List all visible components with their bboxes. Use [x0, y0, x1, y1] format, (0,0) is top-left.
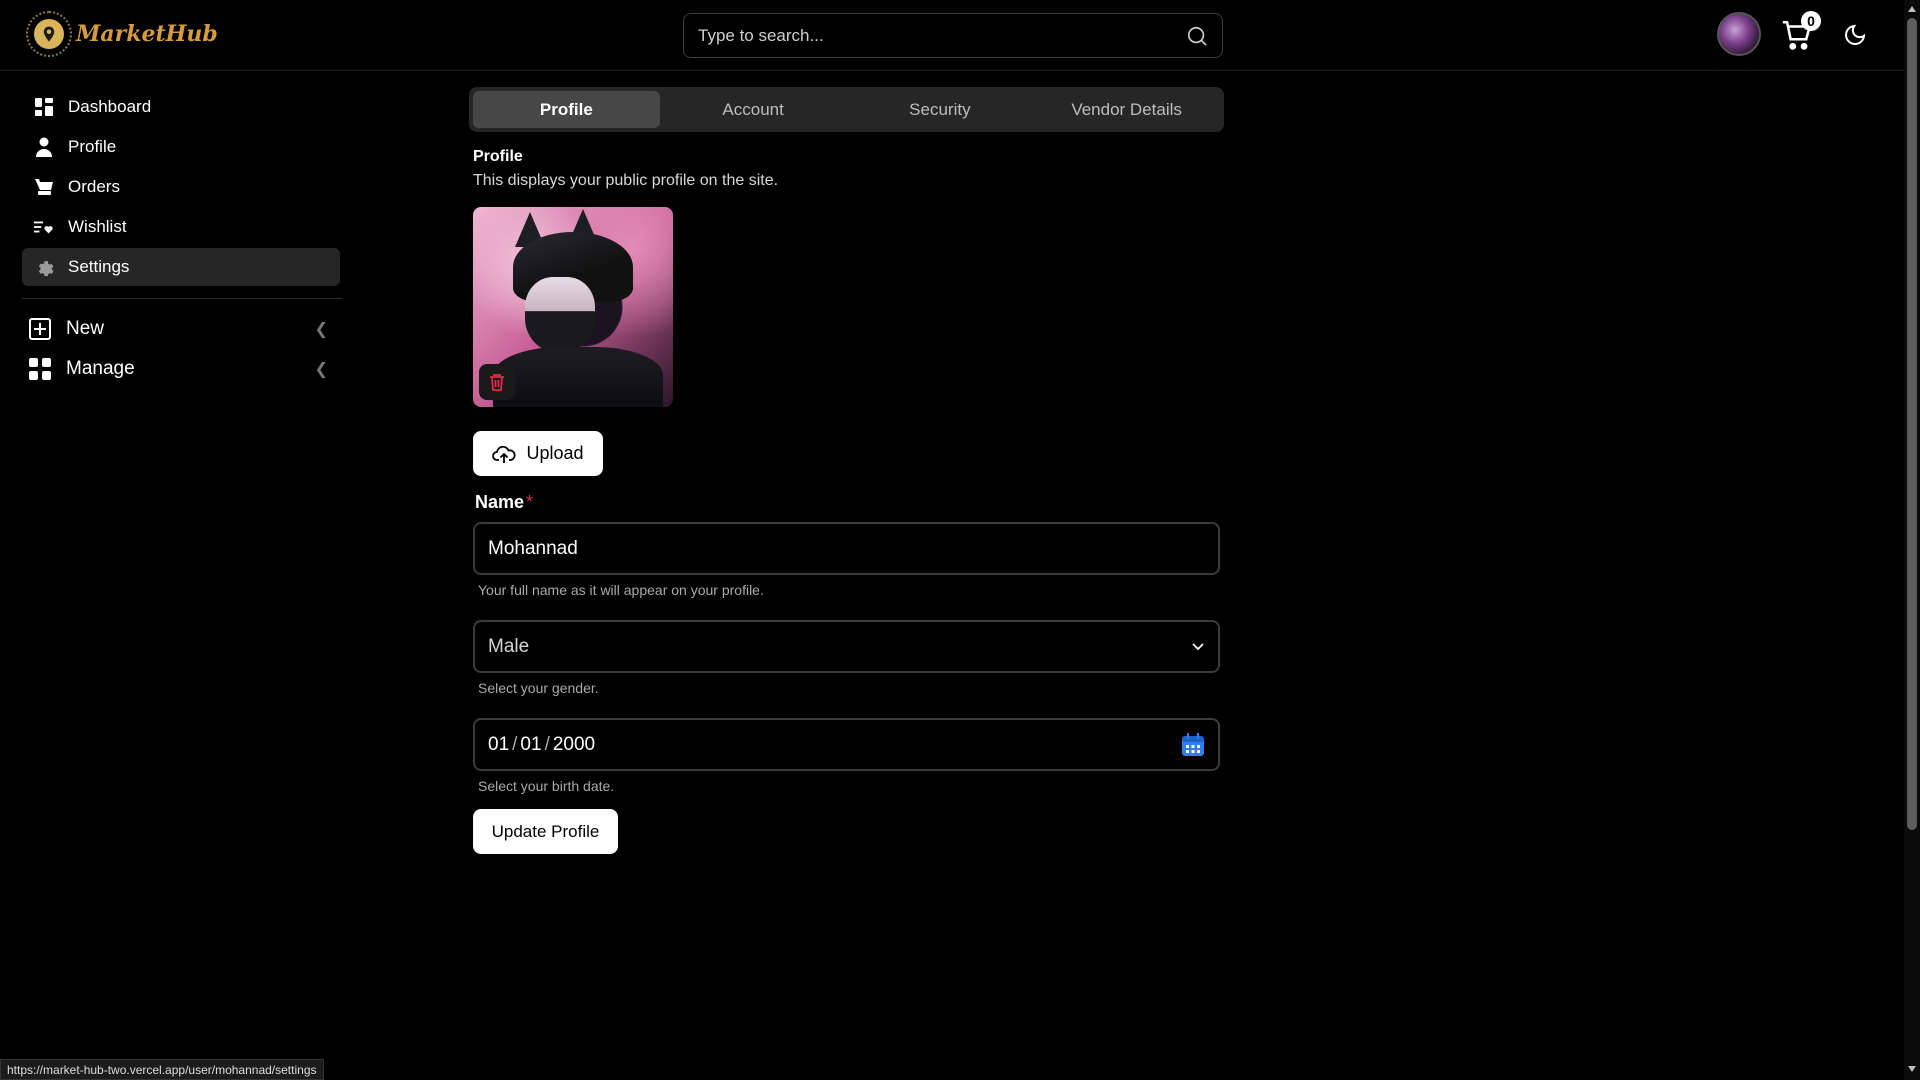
- search-input[interactable]: [698, 25, 1186, 46]
- birth-month[interactable]: 01: [488, 734, 509, 756]
- birth-date-field[interactable]: 01 / 01 / 2000: [473, 718, 1220, 771]
- section-title: Profile: [473, 148, 523, 165]
- chevron-left-icon[interactable]: ❮: [315, 319, 328, 339]
- sidebar-item-dashboard[interactable]: Dashboard: [22, 88, 340, 126]
- update-profile-button[interactable]: Update Profile: [473, 809, 618, 854]
- sidebar-item-settings[interactable]: Settings: [22, 248, 340, 286]
- name-label: Name *: [475, 492, 1220, 513]
- chevron-down-icon: [1192, 642, 1204, 650]
- gender-value: Male: [488, 635, 530, 657]
- birth-date-hint: Select your birth date.: [478, 778, 615, 794]
- search-box[interactable]: [683, 13, 1223, 58]
- sidebar-item-label: Settings: [68, 257, 130, 276]
- moon-icon[interactable]: [1843, 23, 1867, 47]
- gear-icon: [34, 257, 54, 277]
- brand-logo[interactable]: MarketHub: [26, 11, 218, 57]
- brand-name: MarketHub: [76, 21, 218, 47]
- upload-button[interactable]: Upload: [473, 431, 603, 476]
- gender-select[interactable]: Male: [473, 620, 1220, 673]
- user-icon: [34, 137, 54, 157]
- scroll-up-arrow-icon[interactable]: [1908, 6, 1916, 12]
- sidebar-item-label: Dashboard: [68, 97, 152, 116]
- top-header: MarketHub 0: [0, 0, 1904, 71]
- sidebar: Dashboard Profile Orders Wishlist Settin…: [22, 88, 342, 389]
- sidebar-group-label: New: [66, 318, 105, 339]
- sidebar-item-profile[interactable]: Profile: [22, 128, 340, 166]
- name-hint: Your full name as it will appear on your…: [478, 582, 764, 598]
- sidebar-group-label: Manage: [66, 358, 135, 379]
- date-segments: 01 / 01 / 2000: [488, 733, 596, 756]
- status-bar-url: https://market-hub-two.vercel.app/user/m…: [0, 1059, 324, 1080]
- sidebar-item-label: Orders: [68, 177, 120, 196]
- birth-day[interactable]: 01: [520, 734, 541, 756]
- search-icon[interactable]: [1186, 25, 1208, 47]
- tab-profile[interactable]: Profile: [473, 91, 660, 128]
- plus-square-icon: [29, 318, 51, 340]
- calendar-icon[interactable]: [1181, 732, 1205, 757]
- tab-security[interactable]: Security: [847, 91, 1034, 128]
- name-label-text: Name: [475, 492, 525, 512]
- name-field[interactable]: Mohannad: [473, 522, 1220, 575]
- user-avatar[interactable]: [1717, 12, 1761, 56]
- sidebar-group-new[interactable]: New ❮: [22, 309, 340, 349]
- profile-form: Profile This displays your public profil…: [473, 148, 1220, 854]
- dashboard-icon: [34, 97, 54, 117]
- sidebar-item-orders[interactable]: Orders: [22, 168, 340, 206]
- sidebar-group-manage[interactable]: Manage ❮: [22, 349, 340, 389]
- name-value: Mohannad: [488, 537, 578, 559]
- grid-icon: [29, 358, 51, 380]
- required-mark: *: [526, 492, 534, 512]
- section-description: This displays your public profile on the…: [473, 172, 779, 189]
- upload-label: Upload: [526, 443, 584, 463]
- sidebar-item-wishlist[interactable]: Wishlist: [22, 208, 340, 246]
- orders-icon: [34, 177, 54, 197]
- cart-count-badge: 0: [1801, 11, 1821, 31]
- tab-account[interactable]: Account: [660, 91, 847, 128]
- birth-year[interactable]: 2000: [553, 734, 595, 756]
- delete-photo-button[interactable]: [479, 364, 515, 400]
- chevron-left-icon[interactable]: ❮: [315, 359, 328, 379]
- sidebar-item-label: Profile: [68, 137, 117, 156]
- scroll-down-arrow-icon[interactable]: [1908, 1066, 1916, 1072]
- settings-tabs: Profile Account Security Vendor Details: [469, 87, 1224, 132]
- wishlist-icon: [34, 217, 54, 237]
- tab-vendor-details[interactable]: Vendor Details: [1033, 91, 1220, 128]
- sidebar-divider: [22, 298, 342, 299]
- page-scrollbar[interactable]: [1904, 0, 1920, 1080]
- cloud-upload-icon: [492, 445, 517, 463]
- sidebar-item-label: Wishlist: [68, 217, 127, 236]
- profile-photo: [473, 207, 673, 407]
- gender-hint: Select your gender.: [478, 680, 599, 696]
- trash-icon: [490, 374, 504, 391]
- logo-badge-icon: [26, 11, 72, 57]
- scroll-thumb[interactable]: [1907, 18, 1917, 830]
